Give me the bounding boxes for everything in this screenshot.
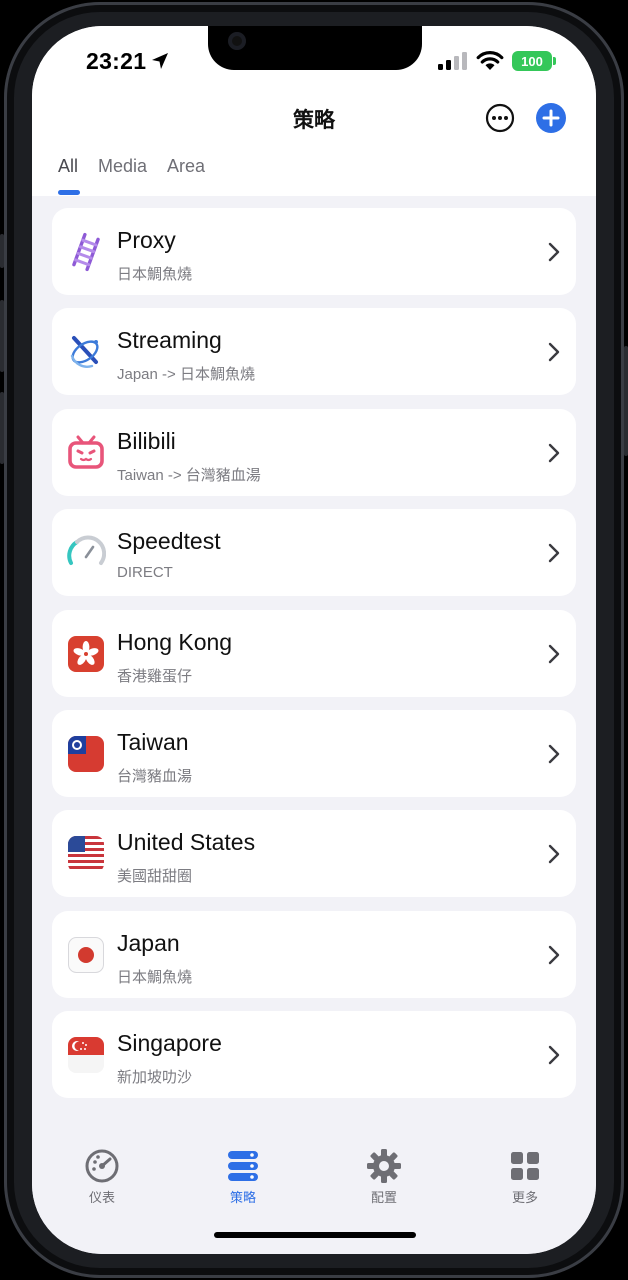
policy-detail: DIRECT	[117, 564, 173, 582]
gear-icon	[367, 1149, 401, 1183]
policy-row-proxy[interactable]: Proxy 日本鯛魚燒	[52, 208, 576, 295]
policy-servers-icon	[228, 1151, 258, 1181]
policy-detail: Taiwan -> 台灣豬血湯	[117, 466, 261, 484]
tab-area[interactable]: Area	[167, 156, 205, 177]
battery-cap	[553, 57, 556, 65]
policy-name: Singapore	[117, 1030, 222, 1057]
tab-label: 仪表	[88, 1190, 115, 1205]
tab-config[interactable]: 配置	[344, 1148, 424, 1206]
taiwan-flag-icon	[68, 735, 104, 772]
policy-name: Proxy	[117, 227, 176, 253]
satellite-icon	[70, 336, 99, 369]
policy-name: Streaming	[117, 327, 222, 354]
policy-detail: 台灣豬血湯	[117, 767, 193, 785]
dashboard-icon	[85, 1149, 119, 1183]
tab-label: 配置	[370, 1190, 397, 1205]
policy-row-united-states[interactable]: United States 美國甜甜圈	[52, 810, 576, 898]
hong-kong-flag-icon	[68, 635, 104, 672]
volume-up-button	[0, 300, 4, 372]
chevron-right-icon	[548, 744, 560, 764]
filter-tabs: All Media Area	[58, 156, 205, 177]
ladder-icon	[72, 232, 100, 272]
singapore-flag-icon	[68, 1037, 104, 1074]
cellular-signal-icon	[438, 52, 467, 70]
policy-name: Speedtest	[117, 528, 221, 555]
bilibili-tv-icon	[68, 435, 104, 469]
grid-icon	[511, 1152, 539, 1180]
tab-media[interactable]: Media	[98, 156, 147, 177]
policy-name: Bilibili	[117, 427, 176, 454]
policy-row-taiwan[interactable]: Taiwan 台灣豬血湯	[52, 709, 576, 797]
navigation-header: 策略 All Media Area	[32, 98, 596, 196]
front-camera	[228, 32, 246, 50]
policy-row-hong-kong[interactable]: Hong Kong 香港雞蛋仔	[52, 609, 576, 697]
active-tab-indicator	[58, 190, 80, 195]
policy-row-bilibili[interactable]: Bilibili Taiwan -> 台灣豬血湯	[52, 408, 576, 496]
policy-detail: 日本鯛魚燒	[117, 266, 193, 283]
chevron-right-icon	[548, 242, 560, 262]
chevron-right-icon	[548, 644, 560, 663]
policy-detail: 美國甜甜圈	[117, 868, 193, 886]
chevron-right-icon	[548, 443, 560, 462]
chevron-right-icon	[548, 845, 560, 864]
more-options-icon[interactable]	[485, 103, 515, 133]
tab-more[interactable]: 更多	[485, 1148, 565, 1206]
policy-list: Proxy 日本鯛魚燒 Streaming Japan -> 日本鯛魚燒 Bil	[52, 208, 576, 1112]
chevron-right-icon	[548, 343, 560, 362]
tab-dashboard[interactable]: 仪表	[62, 1148, 142, 1206]
tab-policy[interactable]: 策略	[203, 1148, 283, 1206]
chevron-right-icon	[548, 1045, 560, 1065]
policy-name: Hong Kong	[117, 628, 233, 655]
policy-row-japan[interactable]: Japan 日本鯛魚燒	[52, 910, 576, 998]
volume-down-button	[0, 392, 4, 464]
policy-row-speedtest[interactable]: Speedtest DIRECT	[52, 509, 576, 597]
location-arrow-icon	[152, 53, 168, 69]
power-button	[624, 346, 628, 456]
plus-icon	[542, 109, 560, 127]
notch	[208, 26, 422, 70]
battery-level: 100	[521, 53, 543, 69]
policy-row-singapore[interactable]: Singapore 新加坡叻沙	[52, 1011, 576, 1099]
wifi-icon	[476, 51, 504, 70]
policy-name: Japan	[117, 929, 180, 956]
status-time: 23:21	[86, 48, 147, 74]
battery-indicator: 100	[512, 51, 552, 71]
policy-detail: 日本鯛魚燒	[117, 968, 193, 986]
speedometer-icon	[67, 535, 106, 566]
policy-detail: Japan -> 日本鯛魚燒	[117, 366, 255, 384]
policy-row-streaming[interactable]: Streaming Japan -> 日本鯛魚燒	[52, 308, 576, 396]
status-bar: 23:21 100	[32, 26, 596, 98]
home-indicator[interactable]	[214, 1232, 416, 1238]
policy-name: United States	[117, 829, 256, 856]
add-policy-button[interactable]	[536, 103, 566, 133]
japan-flag-icon	[68, 936, 104, 973]
chevron-right-icon	[548, 543, 560, 563]
chevron-right-icon	[548, 945, 560, 964]
screen: 23:21 100 策略 All Media Area Proxy 日本鯛魚燒 …	[32, 26, 596, 1254]
mute-switch	[0, 234, 4, 268]
tab-label: 更多	[511, 1190, 538, 1205]
tab-all[interactable]: All	[58, 156, 78, 177]
policy-name: Taiwan	[117, 728, 189, 755]
tab-label: 策略	[229, 1190, 256, 1205]
policy-detail: 香港雞蛋仔	[117, 667, 193, 685]
policy-detail: 新加坡叻沙	[117, 1069, 193, 1087]
us-flag-icon	[68, 836, 104, 873]
